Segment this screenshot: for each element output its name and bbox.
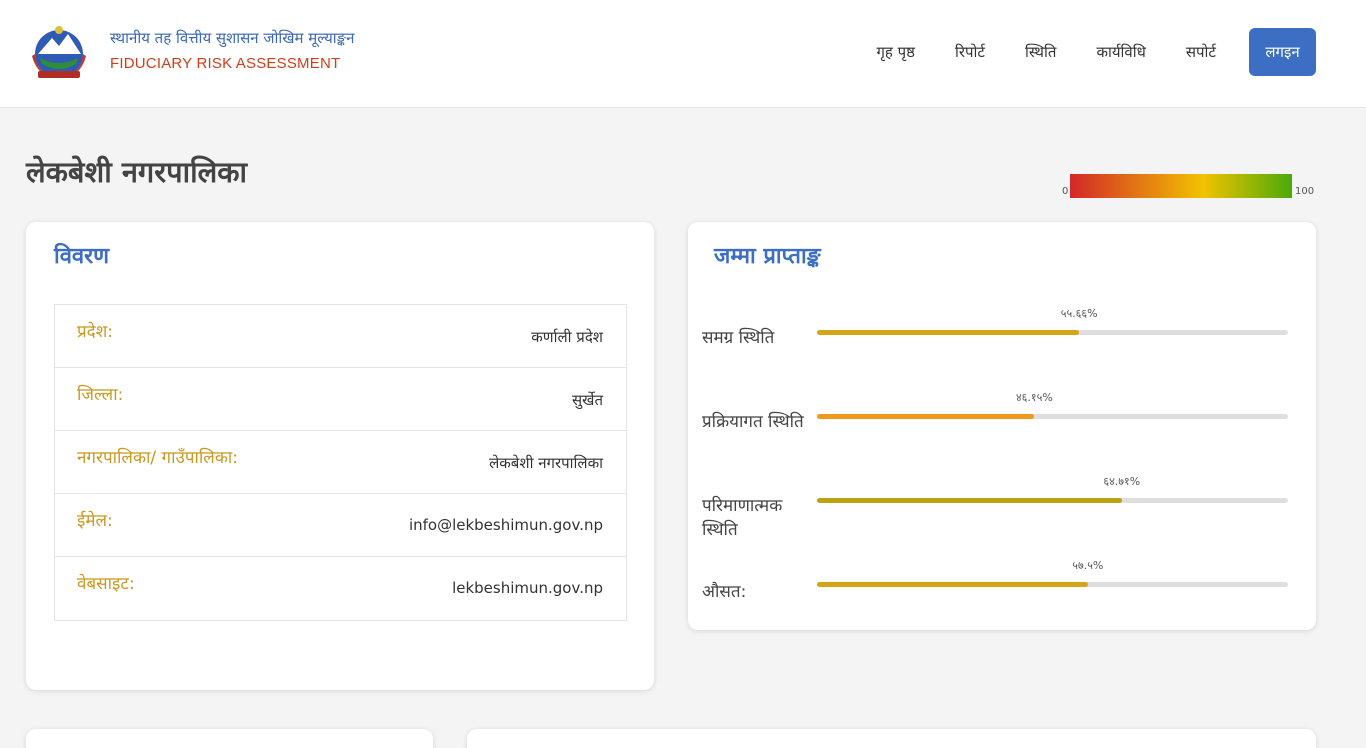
score-row-overall: समग्र स्थिति ५५.६६% (688, 306, 1316, 386)
total-score-card: जम्मा प्राप्ताङ्क समग्र स्थिति ५५.६६% प्… (688, 222, 1316, 630)
score-color-legend: 0 100 (1062, 174, 1320, 200)
score-row-average: औसत: ५७.५% (688, 558, 1316, 638)
bottom-right-card (467, 729, 1316, 748)
score-label: समग्र स्थिति (702, 328, 775, 348)
details-row-municipality: नगरपालिका/ गाउँपालिका: लेकबेशी नगरपालिका (55, 431, 626, 494)
details-label: वेबसाइट: (77, 574, 135, 594)
score-percent: ६४.७१% (1103, 475, 1141, 488)
legend-max-label: 100 (1295, 186, 1315, 197)
navbar: स्थानीय तह वित्तीय सुशासन जोखिम मूल्याङ्… (0, 0, 1366, 108)
details-label: ईमेल: (77, 511, 113, 531)
score-label: प्रक्रियागत स्थिति (702, 412, 804, 432)
score-label: परिमाणात्मक स्थिति (702, 496, 783, 540)
page-title: लेकबेशी नगरपालिका (26, 155, 248, 189)
details-label: प्रदेश: (77, 322, 113, 342)
legend-gradient-bar (1070, 174, 1292, 198)
details-value: सुर्खेत (572, 391, 603, 409)
score-card-title: जम्मा प्राप्ताङ्क (714, 244, 821, 269)
details-row-district: जिल्ला: सुर्खेत (55, 368, 626, 431)
government-emblem-logo[interactable] (26, 24, 92, 82)
score-fill (817, 498, 1122, 503)
score-percent: ५७.५% (1072, 559, 1104, 572)
main-nav: गृह पृष्ठ रिपोर्ट स्थिति कार्यविधि सपोर्… (836, 28, 1316, 76)
score-fill (817, 414, 1035, 419)
score-percent: ५५.६६% (1060, 307, 1098, 320)
nav-home[interactable]: गृह पृष्ठ (876, 28, 915, 76)
login-button[interactable]: लगइन (1249, 28, 1316, 76)
details-row-province: प्रदेश: कर्णाली प्रदेश (55, 305, 626, 368)
details-label: नगरपालिका/ गाउँपालिका: (77, 448, 239, 468)
score-percent: ४६.१५% (1015, 391, 1053, 404)
score-track (817, 498, 1288, 503)
nav-status[interactable]: स्थिति (1025, 28, 1056, 76)
brand[interactable]: स्थानीय तह वित्तीय सुशासन जोखिम मूल्याङ्… (110, 28, 355, 72)
details-value: कर्णाली प्रदेश (531, 328, 603, 346)
score-label: औसत: (702, 582, 747, 602)
details-row-email: ईमेल: info@lekbeshimun.gov.np (55, 494, 626, 557)
score-track (817, 330, 1288, 335)
score-fill (817, 582, 1088, 587)
bottom-left-card (26, 729, 433, 748)
score-fill (817, 330, 1080, 335)
score-row-quantitative: परिमाणात्मक स्थिति ६४.७१% (688, 474, 1316, 554)
score-track (817, 414, 1288, 419)
details-label: जिल्ला: (77, 385, 124, 405)
details-row-website: वेबसाइट: lekbeshimun.gov.np (55, 557, 626, 620)
score-row-process: प्रक्रियागत स्थिति ४६.१५% (688, 390, 1316, 470)
details-card: विवरण प्रदेश: कर्णाली प्रदेश जिल्ला: सुर… (26, 222, 654, 690)
email-link[interactable]: info@lekbeshimun.gov.np (409, 516, 603, 534)
nav-support[interactable]: सपोर्ट (1186, 28, 1216, 76)
nav-procedure[interactable]: कार्यविधि (1096, 28, 1145, 76)
brand-title-nepali: स्थानीय तह वित्तीय सुशासन जोखिम मूल्याङ्… (110, 29, 355, 47)
details-value: लेकबेशी नगरपालिका (489, 454, 603, 472)
details-card-title: विवरण (54, 244, 110, 269)
nav-report[interactable]: रिपोर्ट (955, 28, 985, 76)
legend-min-label: 0 (1062, 186, 1069, 197)
score-track (817, 582, 1288, 587)
brand-title-english: FIDUCIARY RISK ASSESSMENT (110, 55, 341, 72)
details-table: प्रदेश: कर्णाली प्रदेश जिल्ला: सुर्खेत न… (54, 304, 627, 621)
website-link[interactable]: lekbeshimun.gov.np (452, 579, 603, 597)
